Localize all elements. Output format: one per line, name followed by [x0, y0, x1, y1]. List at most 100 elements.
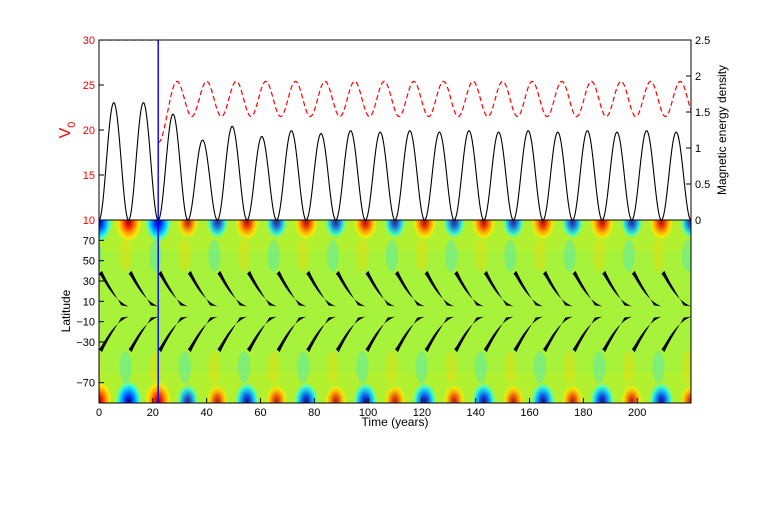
top-left-axis-ticks: 10 15 20 25 30 [83, 35, 104, 227]
north-polar-field-blob [266, 220, 288, 239]
latitude-tick-label: 50 [83, 256, 95, 268]
north-polar-field-blob [177, 220, 199, 239]
north-plume [326, 239, 339, 272]
magnetic-energy-cycle [661, 131, 691, 220]
magnetic-energy-cycle [187, 139, 218, 220]
north-plume [415, 239, 428, 272]
south-plume [563, 351, 576, 384]
heatmap-plot-area [99, 220, 691, 403]
north-polar-field-blob [325, 220, 347, 239]
north-plume [238, 239, 250, 272]
magnetic-energy-cycle [305, 133, 337, 220]
north-plume [149, 239, 162, 272]
latitude-tick-label: −30 [76, 337, 95, 349]
figure: 10 15 20 25 30 0 0.5 1 1.5 2 2.5 V0 Magnetic ener… [57, 35, 729, 429]
right-axis-label: Magnetic energy density [715, 65, 729, 195]
south-plume [267, 351, 280, 384]
north-polar-field-blob [621, 220, 643, 239]
south-polar-field-blob [177, 384, 199, 403]
south-plume [445, 351, 458, 384]
north-plume [386, 239, 398, 272]
north-plume [119, 239, 132, 272]
left-tick-label: 30 [83, 35, 95, 47]
left-tick-label: 20 [83, 125, 95, 137]
top-plot-area [99, 40, 691, 220]
magnetic-energy-cycle [276, 130, 307, 220]
right-tick-label: 1.5 [695, 107, 710, 119]
latitude-tick-label: 10 [83, 296, 95, 308]
south-plume [326, 351, 339, 384]
north-plume [297, 239, 310, 272]
magnetic-energy-cycle [424, 131, 455, 220]
south-plume [297, 351, 310, 384]
left-axis-label: V0 [57, 122, 78, 139]
south-polar-field-blob [115, 380, 142, 403]
magnetic-energy-cycle [453, 130, 485, 220]
magnetic-energy-cycle [335, 130, 366, 220]
magnetic-energy-cycle [483, 131, 514, 220]
north-polar-field-blob [562, 220, 584, 239]
south-plume [178, 351, 191, 384]
south-plume [386, 351, 398, 384]
magnetic-energy-cycle [99, 102, 129, 220]
north-plume [504, 239, 517, 272]
top-right-axis-ticks: 0 0.5 1 1.5 2 2.5 [686, 35, 710, 227]
magnetic-energy-cycle [572, 130, 603, 220]
butterfly-heatmap-panel: 0 20 40 60 80 100 120 140 160 180 200 70503010−10−… [59, 219, 692, 429]
right-tick-label: 1 [695, 143, 701, 155]
north-plume [474, 239, 487, 272]
magnetic-energy-cycle [631, 130, 662, 220]
x-axis-label: Time (years) [362, 415, 429, 429]
right-tick-label: 2 [695, 71, 701, 83]
magnetic-energy-cycle [128, 102, 159, 220]
x-tick-label: 20 [147, 407, 159, 419]
y-axis-label: Latitude [59, 289, 73, 332]
south-plume [593, 351, 606, 384]
right-tick-label: 2.5 [695, 35, 710, 47]
north-plume [682, 239, 691, 272]
south-plume [474, 351, 487, 384]
magnetic-energy-cycle [246, 136, 277, 220]
north-polar-field-blob [472, 220, 496, 241]
top-axes-frame [98, 39, 692, 221]
south-plume [652, 351, 665, 384]
x-tick-label: 80 [308, 407, 320, 419]
north-plume [356, 239, 369, 272]
south-polar-field-blob [266, 384, 288, 403]
south-plume [682, 351, 691, 384]
south-plume [208, 351, 221, 384]
north-polar-field-blob [235, 220, 259, 241]
north-plume [208, 239, 221, 272]
x-tick-label: 200 [628, 407, 646, 419]
magnetic-energy-cycle [217, 125, 248, 220]
north-plume [652, 239, 665, 272]
top-line-panel: 10 15 20 25 30 0 0.5 1 1.5 2 2.5 V0 Magnetic ener… [57, 35, 729, 227]
left-tick-label: 15 [83, 170, 95, 182]
left-tick-label: 25 [83, 80, 95, 92]
south-polar-field-blob [325, 384, 347, 403]
x-tick-label: 180 [574, 407, 592, 419]
south-plume [504, 351, 517, 384]
north-polar-field-blob [206, 220, 228, 239]
north-plume [593, 239, 606, 272]
magnetic-energy-cycle [157, 113, 189, 220]
north-polar-field-blob [590, 220, 614, 241]
magnetic-energy-cycle [542, 131, 573, 220]
north-plume [267, 239, 280, 272]
south-polar-field-blob [443, 384, 465, 403]
south-polar-field-blob [590, 382, 614, 403]
magnetic-energy-cycle [601, 131, 633, 220]
latitude-tick-label: 30 [83, 276, 95, 288]
north-polar-field-blob [353, 220, 378, 241]
latitude-tick-label: −70 [76, 378, 95, 390]
magnetic-energy-cycle [513, 130, 544, 220]
south-plume [119, 351, 132, 384]
south-plume [356, 351, 369, 384]
x-tick-label: 60 [254, 407, 266, 419]
right-tick-label: 0 [695, 215, 701, 227]
x-tick-label: 140 [467, 407, 485, 419]
north-plume [622, 239, 635, 272]
north-polar-field-blob [502, 220, 524, 239]
south-polar-field-blob [384, 384, 406, 403]
north-polar-field-blob [649, 220, 674, 241]
